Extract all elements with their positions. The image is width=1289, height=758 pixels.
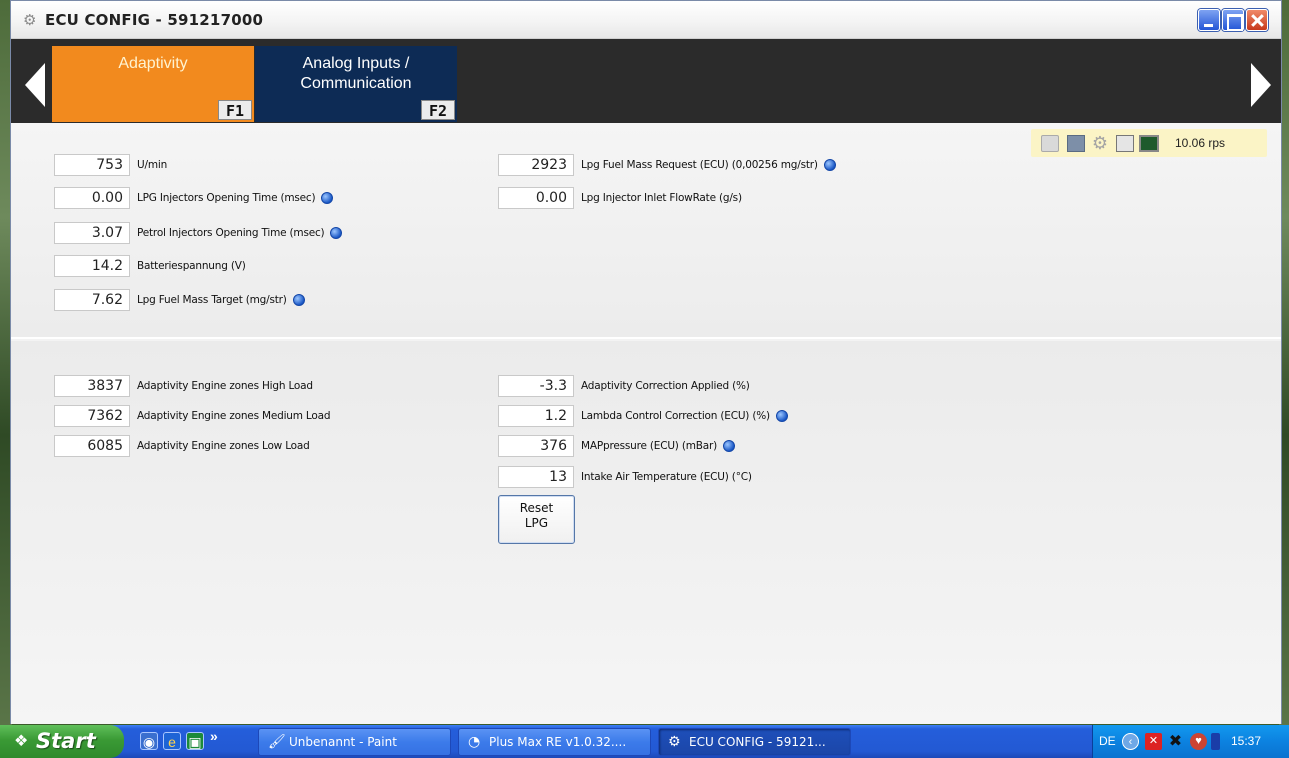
document-icon[interactable] [1116,135,1134,152]
minimize-button[interactable] [1198,9,1220,31]
task-label: ECU CONFIG - 59121... [689,735,826,749]
field-label: Batteriespannung (V) [137,260,246,272]
open-folder-icon[interactable] [1041,135,1059,152]
value-box: 753 [54,154,130,176]
info-icon[interactable] [823,159,836,171]
gear-icon: ⚙ [668,734,681,750]
window-title: ECU CONFIG - 591217000 [45,11,264,29]
field-label: MAPpressure (ECU) (mBar) [581,440,718,452]
tab-analog-inputs-communication[interactable]: Analog Inputs / Communication F2 [255,46,457,122]
shortcut-key-label: F1 [217,100,252,120]
field-label: U/min [137,159,168,171]
field-label: Adaptivity Engine zones Low Load [137,440,310,452]
system-tray: DE ‹ ✕ ✖ ♥ 15:37 [1092,725,1289,758]
field-label: Adaptivity Engine zones High Load [137,380,313,392]
field-label: Adaptivity Engine zones Medium Load [137,410,331,422]
refresh-rate: 10.06 rps [1175,136,1226,150]
monitor-icon[interactable] [1139,135,1159,152]
task-label: Plus Max RE v1.0.32.... [489,735,627,749]
value-box: 13 [498,466,574,488]
quick-launch-more-icon[interactable]: » [210,728,218,744]
browser-icon[interactable]: ◉ [140,732,158,750]
value-box: 0.00 [54,187,130,209]
maximize-button[interactable] [1222,9,1244,31]
security-shield-icon[interactable]: ♥ [1190,733,1207,750]
antivirus-icon[interactable]: ✕ [1145,733,1162,750]
field-label: Petrol Injectors Opening Time (msec) [137,227,325,239]
taskbar-item-ecu-config[interactable]: ⚙ ECU CONFIG - 59121... [658,728,851,756]
taskbar-item-paint[interactable]: 🖌 Unbenannt - Paint [258,728,451,756]
tray-expand-icon[interactable]: ‹ [1122,733,1139,750]
paint-icon: 🖌 [268,734,286,750]
field-label: Lpg Fuel Mass Request (ECU) (0,00256 mg/… [581,159,818,171]
value-box: -3.3 [498,375,574,397]
value-box: 7.62 [54,289,130,311]
previous-page-arrow-icon[interactable] [25,63,45,107]
lpg-injector-inlet-flowrate-field: 0.00 Lpg Injector Inlet FlowRate (g/s) [498,187,742,209]
battery-icon[interactable] [1211,733,1220,750]
ecu-config-window: ⚙ ECU CONFIG - 591217000 Adaptivity F1 A… [10,0,1282,724]
value-box: 2923 [498,154,574,176]
tab-label: Analog Inputs / Communication [300,55,412,92]
info-icon[interactable] [330,227,343,239]
battery-voltage-field: 14.2 Batteriespannung (V) [54,255,246,277]
reset-lpg-button[interactable]: Reset LPG [498,495,575,544]
map-pressure-field: 376 MAPpressure (ECU) (mBar) [498,435,736,457]
field-label: Lpg Fuel Mass Target (mg/str) [137,294,287,306]
lambda-control-correction-field: 1.2 Lambda Control Correction (ECU) (%) [498,405,788,427]
adaptivity-correction-applied-field: -3.3 Adaptivity Correction Applied (%) [498,375,750,397]
value-box: 3.07 [54,222,130,244]
lpg-fuel-mass-request-field: 2923 Lpg Fuel Mass Request (ECU) (0,0025… [498,154,836,176]
info-icon[interactable] [775,410,788,422]
value-box: 7362 [54,405,130,427]
value-box: 14.2 [54,255,130,277]
adaptivity-medium-load-field: 7362 Adaptivity Engine zones Medium Load [54,405,330,427]
value-box: 0.00 [498,187,574,209]
title-bar[interactable]: ⚙ ECU CONFIG - 591217000 [11,1,1281,39]
adaptivity-low-load-field: 6085 Adaptivity Engine zones Low Load [54,435,310,457]
next-page-arrow-icon[interactable] [1251,63,1271,107]
media-player-icon[interactable]: ▣ [186,732,204,750]
tab-bar: Adaptivity F1 Analog Inputs / Communicat… [11,39,1281,123]
value-box: 3837 [54,375,130,397]
adaptivity-high-load-field: 3837 Adaptivity Engine zones High Load [54,375,313,397]
tab-adaptivity[interactable]: Adaptivity F1 [52,46,254,122]
start-label: Start [36,729,96,753]
internet-explorer-icon[interactable]: e [163,732,181,750]
windows-logo-icon: ❖ [14,733,29,750]
info-icon[interactable] [321,192,334,204]
save-icon[interactable] [1067,135,1085,152]
value-box: 1.2 [498,405,574,427]
adaptivity-panel [11,341,1281,724]
tab-label: Adaptivity [118,55,188,72]
start-button[interactable]: ❖ Start [0,725,124,758]
taskbar: ❖ Start ◉ e ▣ » 🖌 Unbenannt - Paint ◔ Pl… [0,725,1289,758]
field-label: Lambda Control Correction (ECU) (%) [581,410,770,422]
clock[interactable]: 15:37 [1231,734,1261,748]
network-disconnected-icon[interactable]: ✖ [1167,733,1184,750]
close-button[interactable] [1246,9,1268,31]
gear-icon[interactable]: ⚙ [1091,134,1109,152]
task-label: Unbenannt - Paint [289,735,397,749]
shortcut-key-label: F2 [420,100,455,120]
lpg-fuel-mass-target-field: 7.62 Lpg Fuel Mass Target (mg/str) [54,289,305,311]
field-label: Lpg Injector Inlet FlowRate (g/s) [581,192,742,204]
language-indicator[interactable]: DE [1099,734,1116,748]
gear-icon: ⚙ [23,12,37,29]
petrol-injectors-opening-time-field: 3.07 Petrol Injectors Opening Time (msec… [54,222,343,244]
lpg-injectors-opening-time-field: 0.00 LPG Injectors Opening Time (msec) [54,187,334,209]
toolbar: ⚙ 10.06 rps [1031,129,1267,157]
field-label: Intake Air Temperature (ECU) (°C) [581,471,752,483]
gauge-icon: ◔ [468,734,481,750]
value-box: 376 [498,435,574,457]
field-label: Adaptivity Correction Applied (%) [581,380,750,392]
value-box: 6085 [54,435,130,457]
info-icon[interactable] [292,294,305,306]
info-icon[interactable] [723,440,736,452]
intake-air-temperature-field: 13 Intake Air Temperature (ECU) (°C) [498,466,752,488]
taskbar-item-plus-max[interactable]: ◔ Plus Max RE v1.0.32.... [458,728,651,756]
rpm-field: 753 U/min [54,154,167,176]
field-label: LPG Injectors Opening Time (msec) [137,192,316,204]
